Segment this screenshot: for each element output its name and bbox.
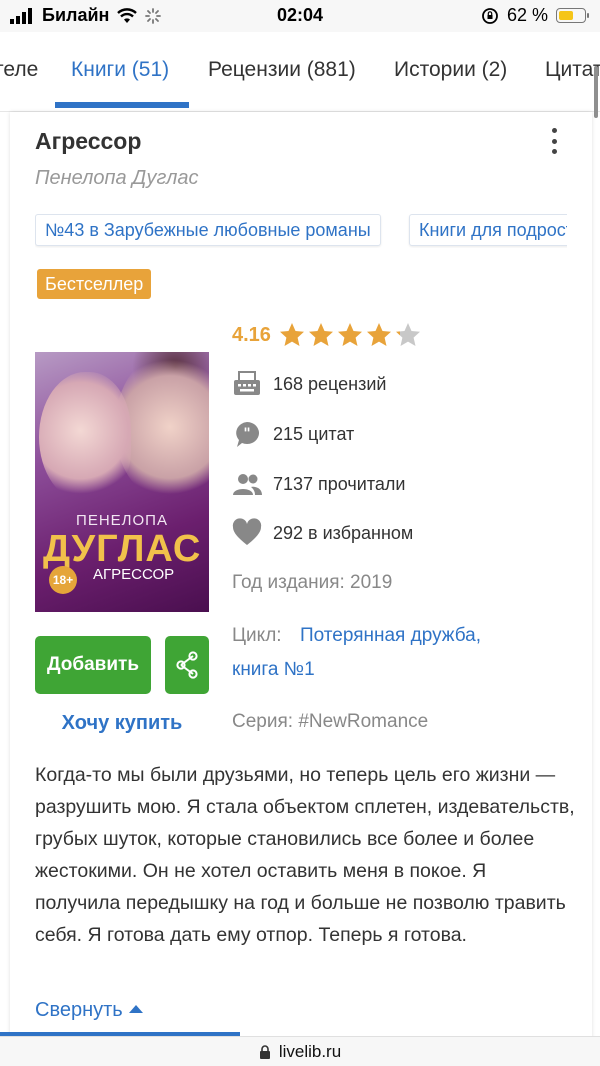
star-icon bbox=[395, 323, 420, 346]
tag-teens-chip[interactable]: Книги для подростков bbox=[409, 214, 567, 246]
tab-reviews[interactable]: Рецензии (881) bbox=[208, 58, 356, 82]
book-description: Когда-то мы были друзьями, но теперь цел… bbox=[35, 764, 575, 946]
collapse-link[interactable]: Свернуть bbox=[35, 999, 143, 1022]
bestseller-badge: Бестселлер bbox=[37, 269, 152, 299]
cover-age-badge: 18+ bbox=[49, 566, 77, 594]
book-title: Агрессор bbox=[35, 128, 142, 154]
quote-bubble-icon: " bbox=[236, 422, 259, 447]
lock-icon bbox=[259, 1044, 270, 1059]
stat-reviews[interactable]: 168 рецензий bbox=[232, 369, 386, 399]
cycle-label: Цикл: bbox=[232, 625, 282, 646]
battery-icon bbox=[556, 8, 589, 23]
quotes-count: 215 цитат bbox=[273, 423, 355, 444]
tag-list: №43 в Зарубежные любовные романы Книги д… bbox=[35, 214, 567, 248]
svg-text:": " bbox=[243, 426, 250, 442]
tab-quotes[interactable]: Цитаты bbox=[545, 58, 600, 82]
tab-bar: теле Книги (51) Рецензии (881) Истории (… bbox=[0, 32, 600, 112]
cycle-link[interactable]: Потерянная дружба, bbox=[300, 625, 481, 647]
book-author[interactable]: Пенелопа Дуглас bbox=[35, 167, 199, 190]
tag-rank-chip[interactable]: №43 в Зарубежные любовные романы bbox=[35, 214, 381, 246]
share-icon bbox=[176, 651, 198, 679]
stat-readers[interactable]: 7137 прочитали bbox=[232, 469, 405, 499]
star-icon bbox=[366, 323, 391, 346]
rating: 4.16 bbox=[232, 322, 424, 348]
cover-title: АГРЕССОР bbox=[93, 566, 175, 583]
url-text: livelib.ru bbox=[278, 1042, 342, 1061]
book-cover-image[interactable]: ПЕНЕЛОПА ДУГЛАС 18+ АГРЕССОР bbox=[35, 352, 209, 612]
battery-percent: 62 % bbox=[506, 5, 548, 25]
stat-favorites[interactable]: 292 в избранном bbox=[232, 518, 413, 548]
add-button[interactable]: Добавить bbox=[35, 636, 151, 694]
status-bar: Билайн 02:04 62 % bbox=[0, 0, 600, 32]
cover-author-first: ПЕНЕЛОПА bbox=[76, 512, 168, 529]
status-right: 62 % bbox=[481, 5, 589, 26]
star-icon bbox=[279, 323, 304, 346]
readers-count: 7137 прочитали bbox=[273, 473, 406, 494]
publication-year: Год издания: 2019 bbox=[232, 572, 393, 593]
share-button[interactable] bbox=[165, 636, 209, 694]
want-to-buy-link[interactable]: Хочу купить bbox=[35, 712, 209, 735]
rating-stars bbox=[279, 322, 424, 348]
more-options-icon[interactable] bbox=[548, 128, 560, 154]
cycle-book-number-link[interactable]: книга №1 bbox=[232, 659, 315, 681]
star-icon bbox=[308, 323, 333, 346]
collapse-label: Свернуть bbox=[35, 999, 123, 1021]
active-tab-indicator bbox=[55, 102, 189, 108]
series[interactable]: Серия: #NewRomance bbox=[232, 711, 428, 733]
stat-quotes[interactable]: " 215 цитат bbox=[232, 419, 354, 449]
rating-value: 4.16 bbox=[232, 323, 271, 346]
typewriter-icon bbox=[234, 371, 260, 395]
people-icon bbox=[233, 474, 262, 495]
orientation-lock-icon bbox=[482, 7, 498, 24]
favorites-count: 292 в избранном bbox=[273, 522, 414, 543]
star-icon bbox=[337, 323, 362, 346]
cover-author-last: ДУГЛАС bbox=[43, 528, 202, 570]
heart-icon bbox=[232, 518, 262, 545]
caret-up-icon bbox=[128, 1005, 143, 1013]
tab-stories[interactable]: Истории (2) bbox=[394, 58, 507, 82]
scrollbar[interactable] bbox=[594, 66, 598, 118]
reviews-count: 168 рецензий bbox=[273, 373, 387, 394]
browser-url-bar[interactable]: livelib.ru bbox=[0, 1036, 600, 1066]
tab-readers[interactable]: теле bbox=[0, 58, 38, 82]
tab-books[interactable]: Книги (51) bbox=[71, 58, 169, 82]
